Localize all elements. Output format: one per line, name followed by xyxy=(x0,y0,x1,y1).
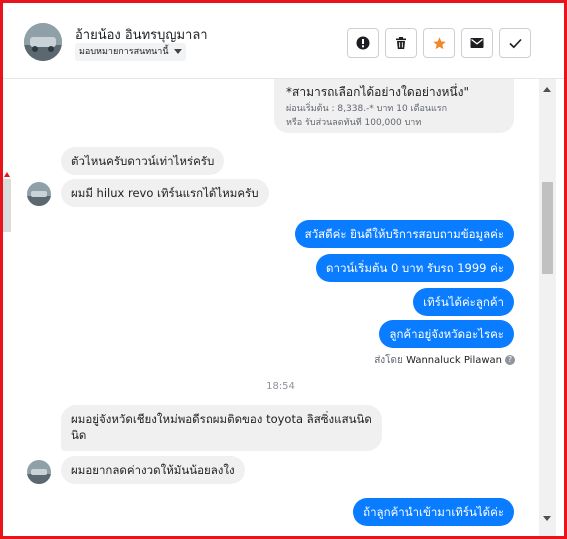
messenger-conversation: อ้ายน้อง อินทรบุญมาลา มอบหมายการสนทนานี้ xyxy=(3,3,564,536)
contact-avatar-small xyxy=(27,182,51,206)
star-icon xyxy=(432,36,446,49)
chat-scrollbar[interactable] xyxy=(539,79,556,536)
trash-icon xyxy=(396,37,406,49)
incoming-message[interactable]: ตัวไหนครับดาวน์เท่าไหร่ครับ xyxy=(61,147,225,175)
assign-label: มอบหมายการสนทนานี้ xyxy=(79,47,169,57)
scroll-down-arrow-icon[interactable] xyxy=(543,516,551,521)
message-list[interactable]: *สามารถเลือกได้อย่างใดอย่างหนึ่ง" ผ่อนเร… xyxy=(3,79,539,536)
done-button[interactable] xyxy=(499,28,531,58)
delete-button[interactable] xyxy=(385,28,417,58)
left-pane-marker xyxy=(4,172,10,177)
message-timestamp: 18:54 xyxy=(266,381,295,392)
outgoing-message[interactable]: ดาวน์เริ่มต้น 0 บาท รับรถ 1999 ค่ะ xyxy=(316,254,514,282)
sent-by-label: ส่งโดย Wannaluck Pilawan? xyxy=(374,353,515,368)
checkmark-icon xyxy=(508,38,522,48)
promo-card-line: ผ่อนเริ่มต้น : 8,338.-* บาท 10 เดือนแรก xyxy=(286,104,448,114)
outgoing-message[interactable]: ถ้าลูกค้านำเข้ามาเทิร์นได้ค่ะ xyxy=(353,498,514,526)
outgoing-message[interactable]: ลูกค้าอยู่จังหวัดอะไรคะ xyxy=(379,320,514,348)
incoming-message[interactable]: ผมอยู่จังหวัดเชียงใหม่พอดีรถผมติดของ toy… xyxy=(61,405,382,451)
promo-card-title: *สามารถเลือกได้อย่างใดอย่างหนึ่ง" xyxy=(286,85,469,99)
caret-down-icon xyxy=(173,49,182,54)
message-line: นิด xyxy=(71,428,87,442)
contact-avatar-small xyxy=(27,460,51,484)
conversation-header: อ้ายน้อง อินทรบุญมาลา มอบหมายการสนทนานี้ xyxy=(3,3,564,79)
assign-conversation-dropdown[interactable]: มอบหมายการสนทนานี้ xyxy=(75,43,186,61)
message-line: ผมอยู่จังหวัดเชียงใหม่พอดีรถผมติดของ toy… xyxy=(71,412,372,426)
incoming-message[interactable]: ผมมี hilux revo เทิร์นแรกได้ไหมครับ xyxy=(61,179,269,207)
incoming-message[interactable]: ผมอยากลดค่างวดให้มันน้อยลงใง xyxy=(61,456,245,484)
scroll-up-arrow-icon[interactable] xyxy=(543,87,551,92)
exclamation-circle-icon xyxy=(356,36,370,50)
promo-card: *สามารถเลือกได้อย่างใดอย่างหนึ่ง" ผ่อนเร… xyxy=(274,79,514,133)
left-pane-scrollbar[interactable] xyxy=(3,179,11,232)
header-actions xyxy=(347,28,531,58)
star-button[interactable] xyxy=(423,28,455,58)
spam-button[interactable] xyxy=(347,28,379,58)
outgoing-message[interactable]: เทิร์นได้ค่ะลูกค้า xyxy=(413,288,514,316)
mark-unread-button[interactable] xyxy=(461,28,493,58)
contact-name[interactable]: อ้ายน้อง อินทรบุญมาลา xyxy=(75,24,208,45)
promo-card-line: หรือ รับส่วนลดทันที 100,000 บาท xyxy=(286,118,422,128)
contact-avatar[interactable] xyxy=(24,23,62,61)
scrollbar-thumb[interactable] xyxy=(542,182,553,274)
outgoing-message[interactable]: สวัสดีค่ะ ยินดีให้บริการสอบถามข้อมูลค่ะ xyxy=(294,220,514,248)
envelope-icon xyxy=(470,38,484,48)
sent-by-prefix: ส่งโดย xyxy=(374,355,403,366)
sender-name[interactable]: Wannaluck Pilawan xyxy=(406,355,502,366)
help-icon[interactable]: ? xyxy=(505,355,515,365)
